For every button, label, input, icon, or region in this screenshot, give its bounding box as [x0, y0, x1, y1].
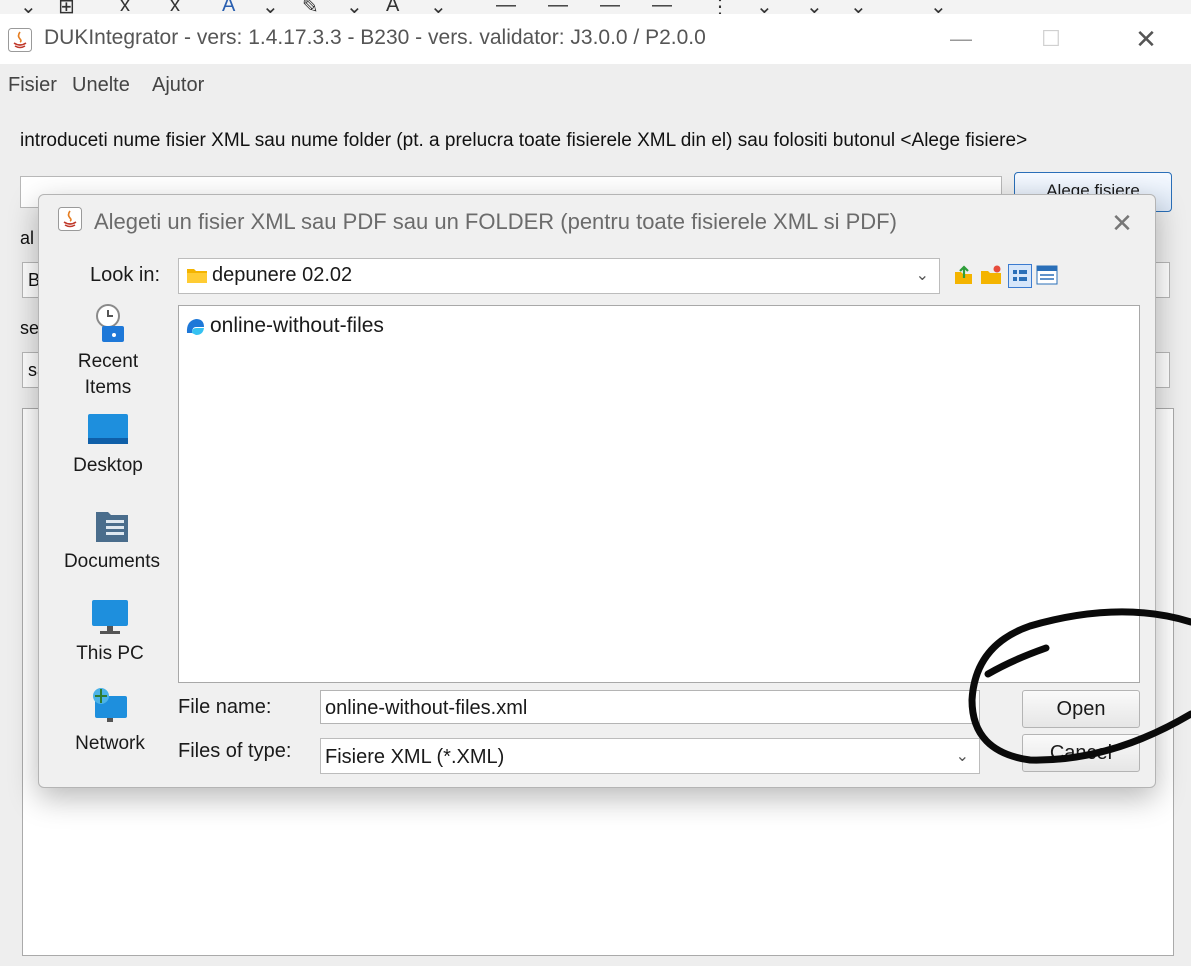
place-documents[interactable]: Documents [62, 508, 162, 575]
menu-fisier[interactable]: Fisier [8, 74, 57, 97]
edge-file-icon [186, 319, 204, 335]
network-icon [93, 688, 127, 722]
look-in-label: Look in: [90, 264, 161, 286]
file-list-item[interactable]: online-without-files [184, 312, 384, 340]
close-button[interactable]: ✕ [1115, 18, 1177, 60]
list-view-icon[interactable] [1008, 264, 1032, 288]
look-in-value: depunere 02.02 [212, 264, 353, 286]
place-network[interactable]: Network [60, 686, 160, 757]
place-label: Documents [63, 551, 161, 572]
java-icon [58, 207, 82, 231]
documents-icon [96, 512, 128, 542]
chevron-down-icon: ⌄ [955, 748, 969, 765]
minimize-button[interactable]: — [930, 18, 992, 60]
new-folder-icon[interactable] [980, 264, 1002, 286]
place-label: This PC [76, 643, 144, 664]
maximize-button[interactable]: ☐ [1020, 18, 1082, 60]
files-of-type-combo[interactable]: Fisiere XML (*.XML) ⌄ [320, 738, 980, 774]
java-icon [8, 28, 32, 52]
file-name: online-without-files [210, 314, 384, 337]
files-of-type-value: Fisiere XML (*.XML) [325, 746, 505, 768]
menu-unelte[interactable]: Unelte [72, 74, 130, 97]
up-folder-icon[interactable] [952, 264, 974, 286]
menu-ajutor[interactable]: Ajutor [152, 74, 204, 97]
this-pc-icon [92, 600, 128, 634]
file-list[interactable] [178, 305, 1140, 683]
background-ribbon: ⌄ ⊞ x x A ⌄ ✎ ⌄ A ⌄ — — — — ⋮ ⌄ ⌄ ⌄ ⌄ [0, 0, 1191, 14]
partial-label: al [20, 228, 35, 248]
instruction-text: introduceti nume fisier XML sau nume fol… [20, 130, 1028, 151]
file-name-label: File name: [178, 696, 272, 718]
recent-items-icon [96, 304, 124, 342]
file-name-input[interactable]: online-without-files.xml [320, 690, 980, 724]
cancel-button[interactable]: Cancel [1022, 734, 1140, 772]
folder-icon [187, 269, 207, 283]
window-title: DUKIntegrator - vers: 1.4.17.3.3 - B230 … [44, 26, 706, 49]
chevron-down-icon: ⌄ [915, 267, 929, 284]
dialog-close-button[interactable]: ✕ [1104, 205, 1140, 241]
place-label: Desktop [73, 455, 143, 476]
partial-label: se [20, 318, 40, 338]
place-this-pc[interactable]: This PC [60, 598, 160, 667]
details-view-icon[interactable] [1036, 264, 1058, 286]
dialog-title: Alegeti un fisier XML sau PDF sau un FOL… [94, 209, 897, 234]
menu-bar: Fisier Unelte Ajutor [0, 64, 1191, 104]
files-of-type-label: Files of type: [178, 740, 292, 762]
open-button[interactable]: Open [1022, 690, 1140, 728]
place-label: Network [75, 733, 145, 754]
place-recent-items[interactable]: Recent Items [58, 302, 158, 401]
desktop-icon [88, 414, 128, 444]
place-label: Recent Items [77, 351, 139, 398]
place-desktop[interactable]: Desktop [58, 412, 158, 479]
